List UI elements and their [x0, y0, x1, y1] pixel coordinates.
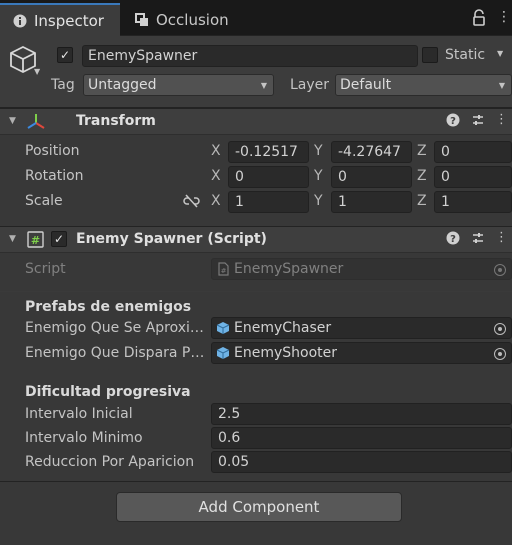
- svg-text:#: #: [221, 267, 227, 275]
- script-field: # EnemySpawner: [211, 258, 512, 280]
- tab-inspector[interactable]: Inspector: [0, 3, 120, 36]
- script-asset-icon: #: [216, 262, 230, 276]
- tab-label: Occlusion: [156, 10, 229, 29]
- intervalo-inicial-field[interactable]: 2.5: [211, 403, 512, 425]
- axis-z-label[interactable]: Z: [417, 168, 427, 184]
- object-picker-icon: [494, 264, 506, 276]
- foldout-arrow-icon[interactable]: ▼: [9, 116, 16, 126]
- script-label: Script: [25, 261, 66, 277]
- chevron-down-icon: ▼: [498, 81, 505, 90]
- static-checkbox[interactable]: [422, 47, 438, 63]
- occlusion-icon: [134, 12, 150, 27]
- axis-x-label[interactable]: X: [211, 168, 221, 184]
- object-picker-icon[interactable]: [494, 348, 506, 360]
- intervalo-minimo-field[interactable]: 0.6: [211, 427, 512, 449]
- axis-z-label[interactable]: Z: [417, 193, 427, 209]
- axis-x-label[interactable]: X: [211, 193, 221, 209]
- scale-x-field[interactable]: 1: [228, 191, 309, 213]
- info-icon: [12, 14, 28, 28]
- gameobject-name: EnemySpawner: [88, 48, 198, 64]
- gameobject-name-field[interactable]: EnemySpawner: [82, 45, 418, 67]
- tab-bar: Inspector Occlusion ⋮: [0, 0, 512, 36]
- script-icon: #: [27, 231, 44, 248]
- more-options-icon[interactable]: ⋮: [495, 112, 508, 127]
- presets-icon[interactable]: [470, 113, 486, 131]
- layer-dropdown[interactable]: Default ▼: [335, 74, 512, 96]
- tab-label: Inspector: [34, 11, 104, 30]
- axis-y-label[interactable]: Y: [314, 193, 323, 209]
- prefab-shooter-field[interactable]: EnemyShooter: [211, 342, 512, 364]
- static-label: Static: [445, 47, 486, 63]
- svg-text:#: #: [31, 234, 40, 247]
- prefab-cube-icon: [216, 346, 230, 360]
- presets-icon[interactable]: [470, 231, 486, 249]
- prefab-cube-icon: [216, 321, 230, 335]
- enemy-spawner-title: Enemy Spawner (Script): [76, 231, 267, 247]
- script-value: EnemySpawner: [234, 261, 344, 277]
- rotation-y-field[interactable]: 0: [331, 166, 412, 188]
- help-icon[interactable]: ?: [445, 113, 461, 131]
- prefab-shooter-value: EnemyShooter: [234, 345, 338, 361]
- constrain-proportions-icon[interactable]: [183, 194, 200, 208]
- position-label: Position: [25, 143, 80, 159]
- prefab-shooter-label: Enemigo Que Dispara P…: [25, 345, 205, 361]
- active-checkbox[interactable]: ✓: [57, 47, 73, 63]
- reduccion-field[interactable]: 0.05: [211, 451, 512, 473]
- prefab-chaser-label: Enemigo Que Se Aproxi…: [25, 320, 204, 336]
- intervalo-inicial-label: Intervalo Inicial: [25, 406, 133, 422]
- chevron-down-icon[interactable]: ▼: [34, 67, 40, 76]
- component-enabled-checkbox[interactable]: ✓: [51, 231, 67, 247]
- transform-title: Transform: [76, 113, 156, 129]
- prefab-chaser-value: EnemyChaser: [234, 320, 332, 336]
- position-x-field[interactable]: -0.12517: [228, 141, 309, 163]
- tab-occlusion[interactable]: Occlusion: [122, 3, 252, 36]
- object-picker-icon[interactable]: [494, 323, 506, 335]
- more-options-icon[interactable]: ⋮: [497, 9, 511, 27]
- axis-z-label[interactable]: Z: [417, 143, 427, 159]
- axis-x-label[interactable]: X: [211, 143, 221, 159]
- axis-y-label[interactable]: Y: [314, 168, 323, 184]
- add-component-button[interactable]: Add Component: [116, 492, 402, 522]
- chevron-down-icon: ▼: [260, 81, 267, 90]
- tag-label: Tag: [51, 77, 75, 93]
- static-dropdown-arrow-icon[interactable]: ▼: [497, 49, 503, 58]
- transform-axes-icon: [26, 112, 46, 132]
- rotation-x-field[interactable]: 0: [228, 166, 309, 188]
- svg-text:?: ?: [450, 116, 456, 127]
- tag-value: Untagged: [88, 77, 157, 93]
- more-options-icon[interactable]: ⋮: [495, 230, 508, 245]
- svg-text:?: ?: [450, 234, 456, 245]
- rotation-z-field[interactable]: 0: [434, 166, 512, 188]
- difficulty-section-title: Dificultad progresiva: [25, 384, 191, 400]
- divider: [0, 481, 512, 482]
- axis-y-label[interactable]: Y: [314, 143, 323, 159]
- rotation-label: Rotation: [25, 168, 84, 184]
- intervalo-minimo-label: Intervalo Minimo: [25, 430, 143, 446]
- scale-label: Scale: [25, 193, 63, 209]
- prefab-chaser-field[interactable]: EnemyChaser: [211, 317, 512, 339]
- prefabs-section-title: Prefabs de enemigos: [25, 299, 192, 315]
- help-icon[interactable]: ?: [445, 231, 461, 249]
- position-z-field[interactable]: 0: [434, 141, 512, 163]
- divider: [0, 291, 512, 292]
- foldout-arrow-icon[interactable]: ▼: [9, 234, 16, 244]
- lock-icon[interactable]: [472, 9, 486, 27]
- position-y-field[interactable]: -4.27647: [331, 141, 412, 163]
- scale-y-field[interactable]: 1: [331, 191, 412, 213]
- reduccion-label: Reduccion Por Aparicion: [25, 454, 195, 470]
- scale-z-field[interactable]: 1: [434, 191, 512, 213]
- layer-label: Layer: [290, 77, 330, 93]
- tag-dropdown[interactable]: Untagged ▼: [83, 74, 274, 96]
- layer-value: Default: [340, 77, 392, 93]
